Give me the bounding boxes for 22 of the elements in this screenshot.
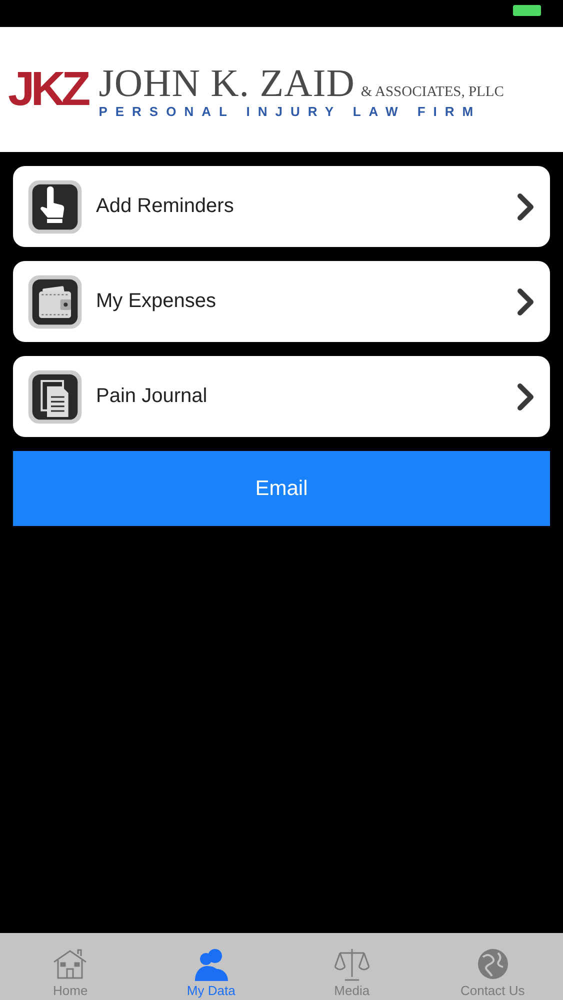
menu-item[interactable]: Add Reminders xyxy=(13,166,550,247)
chevron-right-icon xyxy=(516,286,536,316)
firm-tagline: PERSONAL INJURY LAW FIRM xyxy=(98,104,482,118)
menu-label: My Expenses xyxy=(96,290,218,313)
menu-item[interactable]: Pain Journal xyxy=(13,356,550,437)
hand-pointer-icon xyxy=(27,178,83,234)
chevron-right-icon xyxy=(516,382,536,412)
documents-icon xyxy=(27,368,83,424)
menu-item[interactable]: My Expenses xyxy=(13,261,550,342)
logo-monogram: JKZ xyxy=(8,62,88,117)
battery-icon xyxy=(513,5,541,16)
tab[interactable]: My Data xyxy=(140,933,282,1000)
firm-name: JOHN K. ZAID xyxy=(98,60,355,106)
wallet-icon xyxy=(27,274,83,330)
menu-label: Add Reminders xyxy=(96,195,235,218)
chevron-right-icon xyxy=(516,192,536,222)
email-button[interactable]: Email xyxy=(13,451,550,526)
tab[interactable]: Home xyxy=(0,933,141,1000)
menu-label: Pain Journal xyxy=(96,385,208,408)
tab[interactable]: Media xyxy=(282,933,422,1000)
tab[interactable]: Contact Us xyxy=(422,933,563,1000)
firm-suffix: & ASSOCIATES, PLLC xyxy=(360,84,504,100)
